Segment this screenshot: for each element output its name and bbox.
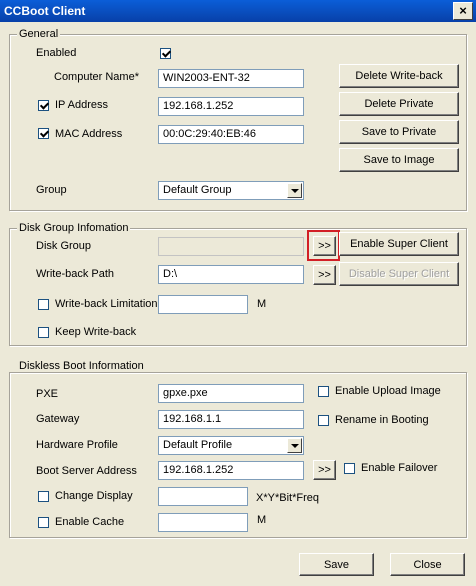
- writeback-limitation-label: Write-back Limitation: [55, 298, 158, 310]
- change-display-hint: X*Y*Bit*Freq: [256, 492, 319, 504]
- writeback-limitation-unit: M: [257, 298, 267, 310]
- boot-server-browse-button[interactable]: >>: [313, 460, 336, 480]
- enabled-label: Enabled: [36, 47, 77, 59]
- enable-failover-label: Enable Failover: [361, 462, 438, 474]
- writeback-limitation-input[interactable]: [158, 295, 248, 314]
- window-title: CCBoot Client: [4, 4, 86, 18]
- enable-cache-label: Enable Cache: [55, 516, 125, 528]
- save-to-private-button[interactable]: Save to Private: [339, 120, 459, 144]
- chevron-down-icon[interactable]: [287, 183, 302, 198]
- ccboot-client-dialog: CCBoot Client × General Enabled Computer…: [0, 0, 476, 586]
- gateway-label: Gateway: [36, 413, 80, 425]
- boot-server-address-label: Boot Server Address: [36, 465, 137, 477]
- hardware-profile-select[interactable]: Default Profile: [158, 436, 304, 455]
- computer-name-label: Computer Name*: [54, 71, 139, 83]
- enable-cache-unit: M: [257, 514, 267, 526]
- writeback-path-label: Write-back Path: [36, 268, 115, 280]
- delete-writeback-button[interactable]: Delete Write-back: [339, 64, 459, 88]
- change-display-label: Change Display: [55, 490, 133, 502]
- hardware-profile-value: Default Profile: [163, 439, 233, 451]
- close-icon[interactable]: ×: [453, 2, 473, 20]
- close-button[interactable]: Close: [390, 553, 465, 576]
- disk-group-label: Disk Group: [36, 240, 92, 252]
- enable-failover-checkbox[interactable]: [344, 463, 355, 474]
- writeback-path-browse-button[interactable]: >>: [313, 265, 336, 285]
- title-bar: CCBoot Client ×: [0, 0, 476, 22]
- group-select[interactable]: Default Group: [158, 181, 304, 200]
- ip-address-label: IP Address: [55, 99, 108, 111]
- enable-upload-image-label: Enable Upload Image: [335, 385, 441, 397]
- writeback-path-input[interactable]: D:\: [158, 265, 304, 284]
- change-display-input[interactable]: [158, 487, 248, 506]
- mac-address-checkbox[interactable]: [38, 128, 49, 139]
- change-display-checkbox[interactable]: [38, 491, 49, 502]
- gateway-input[interactable]: 192.168.1.1: [158, 410, 304, 429]
- pxe-label: PXE: [36, 388, 59, 400]
- writeback-limitation-checkbox[interactable]: [38, 299, 49, 310]
- boot-server-address-input[interactable]: 192.168.1.252: [158, 461, 304, 480]
- disk-group-legend: Disk Group Infomation: [17, 222, 131, 234]
- enabled-checkbox[interactable]: [160, 48, 171, 59]
- ip-address-checkbox[interactable]: [38, 100, 49, 111]
- mac-address-input[interactable]: 00:0C:29:40:EB:46: [158, 125, 304, 144]
- ip-address-input[interactable]: 192.168.1.252: [158, 97, 304, 116]
- diskless-boot-legend: Diskless Boot Information: [17, 360, 146, 372]
- pxe-input[interactable]: gpxe.pxe: [158, 384, 304, 403]
- keep-writeback-label: Keep Write-back: [55, 326, 137, 338]
- group-label: Group: [36, 184, 67, 196]
- computer-name-input[interactable]: WIN2003-ENT-32: [158, 69, 304, 88]
- delete-private-button[interactable]: Delete Private: [339, 92, 459, 116]
- disk-group-input: [158, 237, 304, 256]
- enable-cache-input[interactable]: [158, 513, 248, 532]
- enable-super-client-button[interactable]: Enable Super Client: [339, 232, 459, 256]
- rename-in-booting-checkbox[interactable]: [318, 415, 329, 426]
- rename-in-booting-label: Rename in Booting: [335, 414, 429, 426]
- keep-writeback-checkbox[interactable]: [38, 327, 49, 338]
- save-to-image-button[interactable]: Save to Image: [339, 148, 459, 172]
- hardware-profile-label: Hardware Profile: [36, 439, 118, 451]
- disable-super-client-button: Disable Super Client: [339, 262, 459, 286]
- general-legend: General: [17, 28, 61, 40]
- enable-upload-image-checkbox[interactable]: [318, 386, 329, 397]
- chevron-down-icon[interactable]: [287, 438, 302, 453]
- enable-cache-checkbox[interactable]: [38, 517, 49, 528]
- mac-address-label: MAC Address: [55, 128, 123, 140]
- group-select-value: Default Group: [163, 184, 232, 196]
- browse-highlight-box: [307, 230, 340, 261]
- save-button[interactable]: Save: [299, 553, 374, 576]
